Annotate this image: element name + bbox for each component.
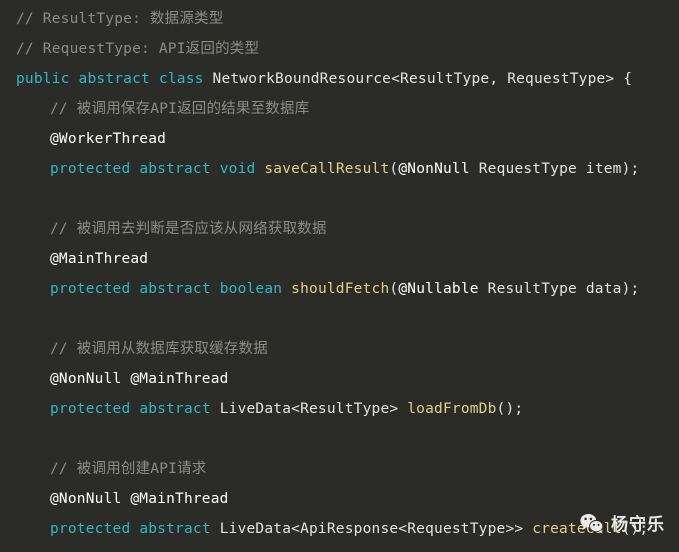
- code-line: // 被调用从数据库获取缓存数据: [0, 334, 679, 364]
- code-token-comment: // 被调用从数据库获取缓存数据: [50, 341, 268, 357]
- code-token-plain: (: [389, 161, 399, 177]
- code-line: @MainThread: [0, 244, 679, 274]
- code-token-type: NetworkBoundResource<ResultType, Request…: [212, 71, 633, 87]
- code-token-plain: ();: [496, 401, 524, 417]
- code-token-plain: ResultType data);: [478, 281, 640, 297]
- code-token-comment: // 被调用创建API请求: [50, 461, 207, 477]
- code-token-annotation: @NonNull: [398, 161, 470, 177]
- code-line: // 被调用创建API请求: [0, 454, 679, 484]
- code-line: protected abstract void saveCallResult(@…: [0, 154, 679, 184]
- code-line: @NonNull @MainThread: [0, 484, 679, 514]
- code-token-keyword: abstract: [139, 161, 211, 177]
- code-token-keyword: abstract: [139, 401, 211, 417]
- code-line: // RequestType: API返回的类型: [0, 34, 679, 64]
- code-token-keyword: public: [16, 71, 70, 87]
- code-token-keyword: class: [158, 71, 204, 87]
- code-token-keyword: protected: [50, 521, 131, 537]
- code-token-keyword: abstract: [139, 521, 211, 537]
- code-token-keyword: abstract: [78, 71, 150, 87]
- code-token-method: shouldFetch: [291, 281, 390, 297]
- code-token-comment: // 被调用保存API返回的结果至数据库: [50, 101, 310, 117]
- code-token-plain: RequestType item);: [469, 161, 640, 177]
- code-token-annotation: @NonNull @MainThread: [50, 371, 229, 387]
- code-token-method: saveCallResult: [264, 161, 390, 177]
- code-line: protected abstract LiveData<ApiResponse<…: [0, 514, 679, 544]
- code-line: @NonNull @MainThread: [0, 364, 679, 394]
- code-token-keyword: void: [219, 161, 256, 177]
- code-token-comment: // RequestType: API返回的类型: [16, 41, 260, 57]
- code-token-keyword: boolean: [219, 281, 283, 297]
- code-token-annotation: @Nullable: [398, 281, 479, 297]
- code-line: // 被调用去判断是否应该从网络获取数据: [0, 214, 679, 244]
- code-line: protected abstract LiveData<ResultType> …: [0, 394, 679, 424]
- code-token-type: LiveData<ResultType>: [219, 401, 408, 417]
- code-block: // ResultType: 数据源类型 // RequestType: API返…: [0, 0, 679, 552]
- watermark: 杨守乐: [580, 513, 665, 538]
- code-token-method: loadFromDb: [407, 401, 497, 417]
- code-screenshot: // ResultType: 数据源类型 // RequestType: API返…: [0, 0, 679, 552]
- wechat-icon: [580, 513, 604, 538]
- code-line: // ResultType: 数据源类型: [0, 4, 679, 34]
- code-line: public abstract class NetworkBoundResour…: [0, 64, 679, 94]
- code-token-keyword: protected: [50, 161, 131, 177]
- watermark-label: 杨守乐: [611, 515, 665, 535]
- code-token-annotation: @WorkerThread: [50, 131, 167, 147]
- code-line: // 被调用保存API返回的结果至数据库: [0, 94, 679, 124]
- code-token-annotation: @MainThread: [50, 251, 149, 267]
- code-line: protected abstract boolean shouldFetch(@…: [0, 274, 679, 304]
- code-token-annotation: @NonNull @MainThread: [50, 491, 229, 507]
- code-token-comment: // 被调用去判断是否应该从网络获取数据: [50, 221, 327, 237]
- code-token-plain: (: [389, 281, 399, 297]
- code-token-keyword: abstract: [139, 281, 211, 297]
- code-token-comment: // ResultType: 数据源类型: [16, 11, 224, 27]
- code-token-keyword: protected: [50, 281, 131, 297]
- code-token-keyword: protected: [50, 401, 131, 417]
- code-line: @WorkerThread: [0, 124, 679, 154]
- code-token-type: LiveData<ApiResponse<RequestType>>: [219, 521, 533, 537]
